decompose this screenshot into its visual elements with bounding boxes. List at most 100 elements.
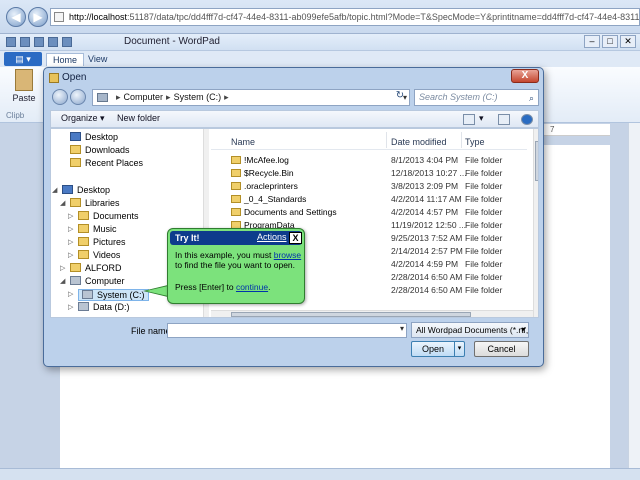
paste-label: Paste (12, 93, 36, 103)
search-input[interactable]: Search System (C:) ⌕ (414, 89, 539, 106)
tree-item[interactable]: Videos (78, 250, 120, 260)
dialog-forward-button[interactable] (70, 89, 86, 105)
cancel-button[interactable]: Cancel (474, 341, 529, 357)
expand-arrow-icon[interactable]: ▷ (68, 251, 73, 259)
expand-arrow-icon[interactable]: ◢ (60, 199, 65, 207)
tree-item-label: Desktop (85, 132, 119, 142)
organize-button[interactable]: Organize ▾ (61, 113, 105, 124)
drive-icon (82, 290, 93, 299)
file-type: File folder (465, 285, 503, 295)
tree-item[interactable]: Documents (78, 211, 139, 221)
tree-item[interactable]: Desktop (70, 132, 118, 142)
tree-item[interactable]: Recent Places (70, 158, 143, 168)
breadcrumb-system[interactable]: System (C:) (174, 92, 222, 102)
file-name-input[interactable]: ▾ (167, 323, 407, 338)
file-name: .oracleprinters (244, 181, 298, 191)
file-row[interactable]: $Recycle.Bin 12/18/2013 10:27 ... File fol… (211, 168, 527, 181)
redo-icon[interactable] (34, 37, 44, 47)
open-dropdown-icon[interactable]: ▾ (454, 342, 464, 356)
expand-arrow-icon[interactable]: ▷ (60, 264, 65, 272)
file-date: 9/25/2013 7:52 AM (391, 233, 463, 243)
open-icon[interactable] (48, 37, 58, 47)
breadcrumb[interactable]: ▸ Computer ▸ System (C:) ▸ ▾ (92, 89, 410, 106)
callout-press-text: Press [Enter] to continue. (175, 282, 271, 292)
back-button[interactable]: ◀ (6, 7, 26, 27)
paste-button[interactable]: Paste (10, 69, 38, 103)
window-title: Document - WordPad (124, 36, 220, 47)
expand-arrow-icon[interactable]: ◢ (52, 186, 57, 194)
tree-item[interactable]: Data (D:) (78, 302, 130, 312)
clipboard-icon (15, 69, 33, 91)
dialog-back-button[interactable] (52, 89, 68, 105)
column-date[interactable]: Date modified (391, 137, 447, 147)
maximize-button[interactable]: □ (602, 35, 618, 48)
expand-arrow-icon[interactable]: ▷ (68, 225, 73, 233)
actions-link[interactable]: Actions (257, 232, 287, 242)
tree-item[interactable]: Desktop (62, 185, 110, 195)
file-row[interactable]: _0_4_Standards 4/2/2014 11:17 AM File fold… (211, 194, 527, 207)
save-icon[interactable] (6, 37, 16, 47)
chevron-down-icon: ▾ (520, 325, 525, 334)
expand-arrow-icon[interactable]: ▷ (68, 303, 73, 311)
browser-toolbar: ◀ ▶ http://localhost:51187/data/tpc/dd4f… (0, 0, 640, 34)
tree-item[interactable]: Downloads (70, 145, 130, 155)
dialog-title: Open (62, 72, 87, 83)
callout-title: Try It! (175, 233, 200, 243)
browse-link[interactable]: browse (274, 250, 301, 260)
address-bar[interactable]: http://localhost:51187/data/tpc/dd4fff7d… (50, 8, 640, 26)
tab-view[interactable]: View (82, 53, 113, 65)
view-dropdown-icon[interactable]: ▾ (479, 113, 484, 124)
new-folder-button[interactable]: New folder (117, 113, 160, 123)
tree-item[interactable]: ALFORD (70, 263, 122, 273)
open-button[interactable]: Open ▾ (411, 341, 465, 357)
column-name[interactable]: Name (231, 137, 255, 147)
file-menu-button[interactable]: ▤ ▾ (4, 52, 42, 66)
file-type-select[interactable]: All Wordpad Documents (*.rtf, *. ▾ (411, 322, 529, 338)
refresh-icon[interactable]: ↻ (392, 90, 408, 105)
file-date: 4/2/2014 11:17 AM (391, 194, 462, 204)
preview-pane-icon[interactable] (498, 114, 510, 125)
callout-header: Try It! Actions X (170, 231, 302, 245)
help-icon[interactable] (521, 114, 533, 125)
expand-arrow-icon[interactable]: ▷ (68, 212, 73, 220)
expand-arrow-icon[interactable]: ◢ (60, 277, 65, 285)
close-window-button[interactable]: ✕ (620, 35, 636, 48)
expand-arrow-icon[interactable]: ▷ (68, 238, 73, 246)
file-row[interactable]: Documents and Settings 4/2/2014 4:57 PM Fi… (211, 207, 527, 220)
callout-close-button[interactable]: X (289, 232, 302, 244)
file-date: 3/8/2013 2:09 PM (391, 181, 459, 191)
document-scrollbar[interactable] (628, 123, 640, 468)
tree-item[interactable]: Libraries (70, 198, 120, 208)
undo-icon[interactable] (20, 37, 30, 47)
column-type[interactable]: Type (465, 137, 485, 147)
tree-item[interactable]: Music (78, 224, 117, 234)
dialog-close-button[interactable]: X (511, 69, 539, 83)
tree-item[interactable]: System (C:) (78, 289, 149, 301)
tree-item[interactable]: Pictures (78, 237, 126, 247)
breadcrumb-computer[interactable]: Computer (124, 92, 164, 102)
computer-icon (97, 93, 108, 102)
view-options-icon[interactable] (463, 114, 475, 125)
quick-access-toolbar (6, 37, 72, 47)
list-horizontal-scrollbar[interactable] (211, 310, 533, 317)
file-type-value: All Wordpad Documents (*.rtf, *. (416, 325, 529, 335)
print-icon[interactable] (62, 37, 72, 47)
url-host: http://localhost (69, 12, 128, 22)
tab-home[interactable]: Home (46, 53, 85, 66)
file-row[interactable]: .oracleprinters 3/8/2013 2:09 PM File fold… (211, 181, 527, 194)
list-vertical-scrollbar[interactable] (533, 129, 538, 317)
tree-item[interactable]: Computer (70, 276, 125, 286)
search-icon: ⌕ (528, 93, 534, 103)
minimize-button[interactable]: – (584, 35, 600, 48)
tree-item-label: Recent Places (85, 158, 144, 168)
file-date: 12/18/2013 10:27 ... (391, 168, 467, 178)
expand-arrow-icon[interactable]: ▷ (68, 290, 73, 298)
tree-item-label: Desktop (77, 185, 111, 195)
forward-button[interactable]: ▶ (28, 7, 48, 27)
file-type: File folder (465, 194, 503, 204)
chevron-down-icon[interactable]: ▾ (400, 324, 404, 333)
file-row[interactable]: !McAfee.log 8/1/2013 4:04 PM File folder (211, 155, 527, 168)
file-type: File folder (465, 259, 503, 269)
open-dialog: Open X ▸ Computer ▸ System (C:) ▸ ▾ ↻ Search… (43, 67, 544, 367)
continue-link[interactable]: continue (236, 282, 268, 292)
